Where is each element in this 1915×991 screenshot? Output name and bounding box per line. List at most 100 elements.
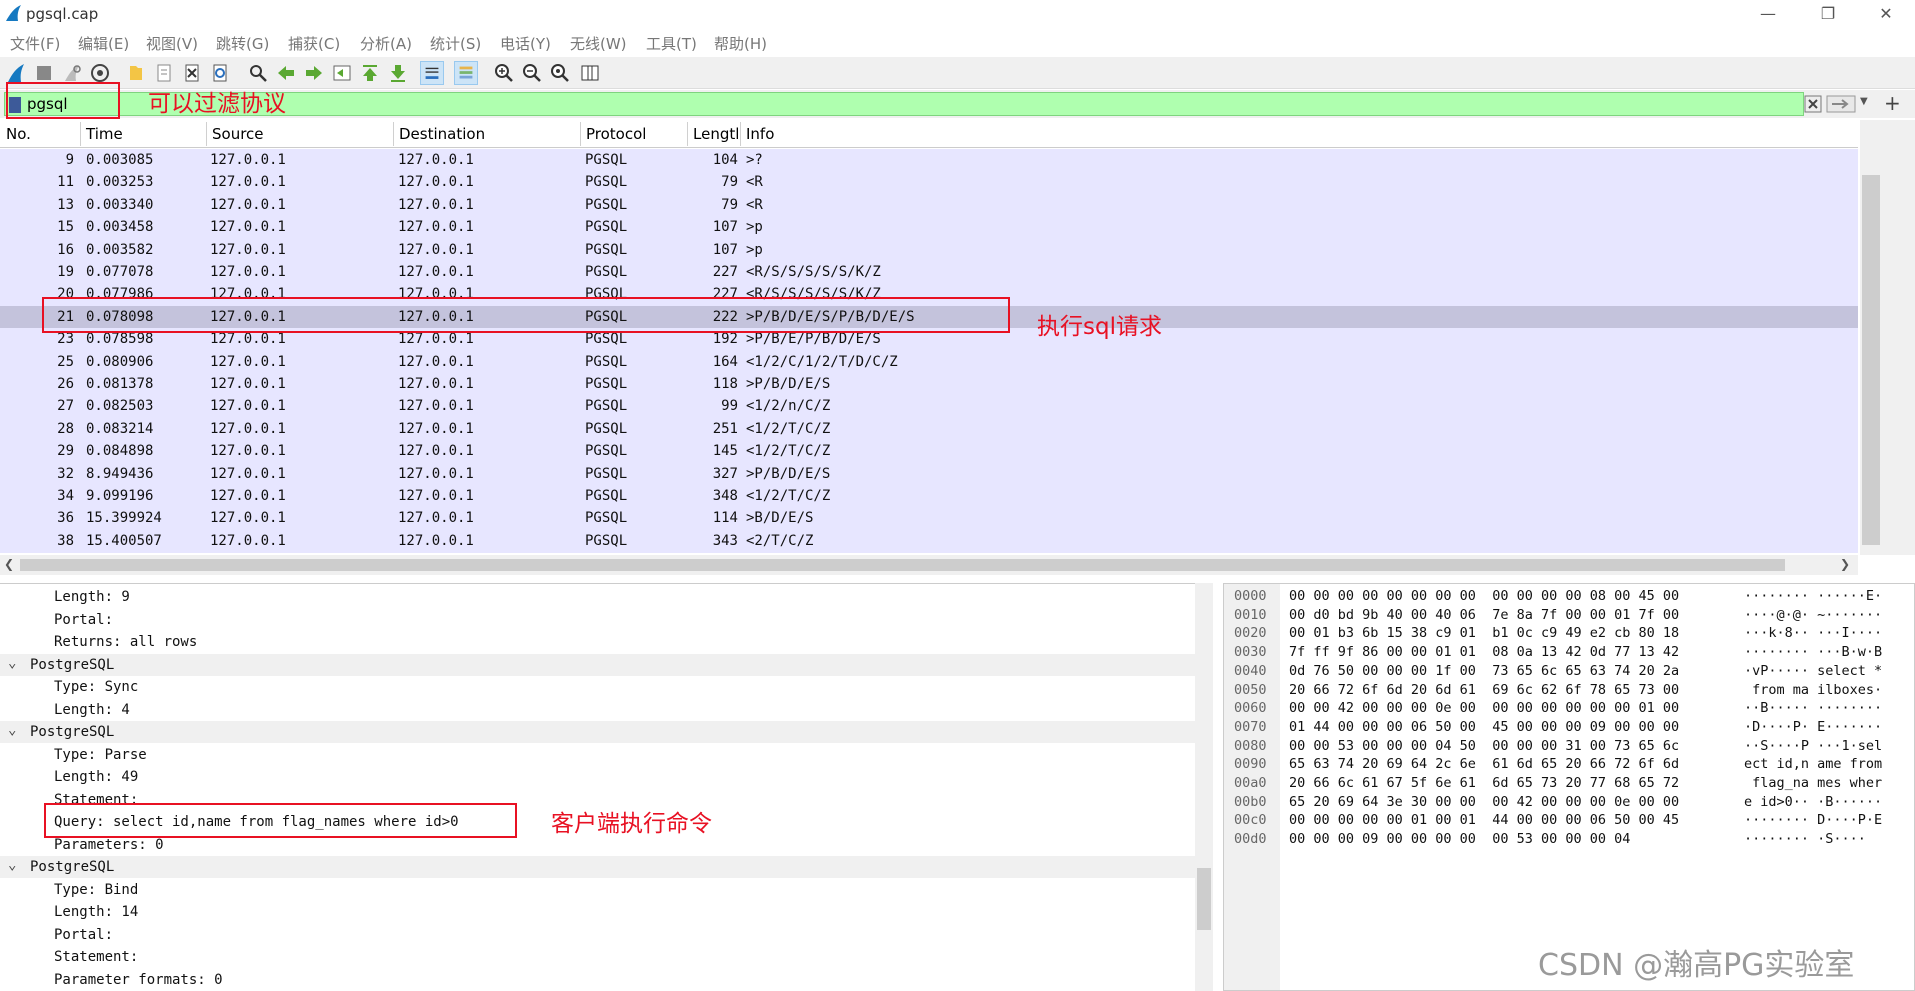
- details-tree-field[interactable]: Length: 14: [0, 901, 1195, 923]
- menu-view[interactable]: 视图(V): [146, 33, 198, 54]
- minimize-button[interactable]: —: [1748, 2, 1788, 26]
- column-separator[interactable]: [687, 122, 688, 146]
- column-separator[interactable]: [206, 122, 207, 146]
- column-info[interactable]: Info: [746, 125, 774, 143]
- close-button[interactable]: ✕: [1866, 2, 1906, 26]
- zoom-in-icon[interactable]: [492, 61, 516, 85]
- cell-source: 127.0.0.1: [210, 219, 286, 236]
- packet-row[interactable]: 11 0.003253 127.0.0.1 127.0.0.1 PGSQL 79 <R: [0, 171, 1858, 193]
- packet-list-hscroll-thumb[interactable]: [20, 559, 1785, 571]
- packet-row[interactable]: 34 9.099196 127.0.0.1 127.0.0.1 PGSQL 348 <1/2…: [0, 485, 1858, 507]
- expand-chevron-icon[interactable]: ⌄: [8, 857, 16, 873]
- column-separator[interactable]: [80, 122, 81, 146]
- go-last-packet-icon[interactable]: [386, 61, 410, 85]
- expand-chevron-icon[interactable]: ⌄: [8, 722, 16, 738]
- go-forward-icon[interactable]: [302, 61, 326, 85]
- cell-no: 15: [57, 219, 74, 236]
- menu-wireless[interactable]: 无线(W): [570, 33, 627, 54]
- bytes-offset: 00c0: [1234, 812, 1267, 829]
- menu-file[interactable]: 文件(F): [10, 33, 60, 54]
- column-no[interactable]: No.: [6, 125, 31, 143]
- restore-button[interactable]: ❐: [1808, 2, 1848, 26]
- apply-filter-icon[interactable]: [1826, 95, 1856, 113]
- cell-time: 0.003253: [86, 174, 154, 191]
- expand-chevron-icon[interactable]: ⌄: [8, 655, 16, 671]
- menu-telephony[interactable]: 电话(Y): [500, 33, 551, 54]
- clear-filter-icon[interactable]: [1804, 95, 1822, 113]
- menu-help[interactable]: 帮助(H): [714, 33, 767, 54]
- save-file-icon[interactable]: [152, 61, 176, 85]
- details-tree-header[interactable]: ⌄ PostgreSQL: [0, 653, 1195, 676]
- details-tree-field[interactable]: Length: 4: [0, 699, 1195, 721]
- filter-history-chevron-icon[interactable]: ▼: [1860, 96, 1868, 107]
- cell-info: <R/S/S/S/S/S/K/Z: [746, 264, 881, 280]
- packet-row[interactable]: 32 8.949436 127.0.0.1 127.0.0.1 PGSQL 327 >P/B…: [0, 463, 1858, 485]
- column-destination[interactable]: Destination: [399, 125, 485, 143]
- menu-tools[interactable]: 工具(T): [646, 33, 697, 54]
- open-file-icon[interactable]: [124, 61, 148, 85]
- details-tree-field[interactable]: Length: 49: [0, 766, 1195, 788]
- column-separator[interactable]: [740, 122, 741, 146]
- details-tree-field[interactable]: Parameter formats: 0: [0, 969, 1195, 991]
- packet-row[interactable]: 26 0.081378 127.0.0.1 127.0.0.1 PGSQL 118 >P/B…: [0, 373, 1858, 395]
- details-tree-field[interactable]: Statement:: [0, 946, 1195, 968]
- close-file-icon[interactable]: [180, 61, 204, 85]
- packet-row[interactable]: 29 0.084898 127.0.0.1 127.0.0.1 PGSQL 145 <1/2…: [0, 440, 1858, 462]
- details-tree-field[interactable]: Length: 9: [0, 586, 1195, 608]
- details-tree-field[interactable]: Type: Parse: [0, 744, 1195, 766]
- colorize-icon[interactable]: [454, 61, 478, 85]
- packet-row[interactable]: 19 0.077078 127.0.0.1 127.0.0.1 PGSQL 227 <R/S…: [0, 261, 1858, 283]
- details-text: Type: Sync: [54, 679, 139, 695]
- packet-row[interactable]: 16 0.003582 127.0.0.1 127.0.0.1 PGSQL 107 >p: [0, 239, 1858, 261]
- packet-row[interactable]: 27 0.082503 127.0.0.1 127.0.0.1 PGSQL 99 <1/2/…: [0, 395, 1858, 417]
- cell-destination: 127.0.0.1: [398, 152, 474, 168]
- cell-protocol: PGSQL: [585, 196, 628, 213]
- packet-row[interactable]: 28 0.083214 127.0.0.1 127.0.0.1 PGSQL 251 <1/2…: [0, 418, 1858, 440]
- normal-size-icon[interactable]: [548, 61, 572, 85]
- details-tree-header[interactable]: ⌄ PostgreSQL: [0, 721, 1195, 743]
- packet-row[interactable]: 25 0.080906 127.0.0.1 127.0.0.1 PGSQL 164 <1/2…: [0, 351, 1858, 373]
- details-text: Portal:: [54, 926, 114, 943]
- cell-no: 36: [57, 510, 74, 527]
- packet-row[interactable]: 9 0.003085 127.0.0.1 127.0.0.1 PGSQL 104 >?: [0, 149, 1858, 171]
- resize-columns-icon[interactable]: [578, 61, 602, 85]
- menu-edit[interactable]: 编辑(E): [78, 33, 129, 54]
- packet-row[interactable]: 15 0.003458 127.0.0.1 127.0.0.1 PGSQL 107 >p: [0, 216, 1858, 238]
- menu-statistics[interactable]: 统计(S): [430, 33, 481, 54]
- column-separator[interactable]: [580, 122, 581, 146]
- details-tree-field[interactable]: Portal:: [0, 609, 1195, 631]
- cell-source: 127.0.0.1: [210, 443, 286, 460]
- go-back-icon[interactable]: [274, 61, 298, 85]
- details-tree-header[interactable]: ⌄ PostgreSQL: [0, 856, 1195, 878]
- packet-row[interactable]: 36 15.399924 127.0.0.1 127.0.0.1 PGSQL 114 >B/…: [0, 507, 1858, 529]
- column-length[interactable]: Lengtl: [693, 125, 739, 143]
- details-tree-field[interactable]: Portal:: [0, 924, 1195, 946]
- reload-file-icon[interactable]: [208, 61, 232, 85]
- find-packet-icon[interactable]: [246, 61, 270, 85]
- packet-row[interactable]: 13 0.003340 127.0.0.1 127.0.0.1 PGSQL 79 <R: [0, 194, 1858, 216]
- menu-capture[interactable]: 捕获(C): [288, 33, 340, 54]
- details-text: PostgreSQL: [30, 656, 115, 673]
- cell-no: 34: [57, 488, 74, 504]
- cell-protocol: PGSQL: [585, 264, 628, 280]
- details-tree-field[interactable]: Type: Sync: [0, 676, 1195, 698]
- menu-analyze[interactable]: 分析(A): [360, 33, 412, 54]
- details-tree-field[interactable]: Type: Bind: [0, 879, 1195, 901]
- column-time[interactable]: Time: [86, 125, 123, 143]
- scroll-left-icon[interactable]: ❮: [4, 557, 14, 571]
- display-filter-input[interactable]: [27, 94, 1797, 114]
- menu-go[interactable]: 跳转(G): [216, 33, 269, 54]
- scroll-right-icon[interactable]: ❯: [1840, 557, 1850, 571]
- zoom-out-icon[interactable]: [520, 61, 544, 85]
- column-separator[interactable]: [393, 122, 394, 146]
- column-source[interactable]: Source: [212, 125, 264, 143]
- go-to-packet-icon[interactable]: [330, 61, 354, 85]
- packet-list-scroll-thumb[interactable]: [1862, 175, 1880, 545]
- go-first-packet-icon[interactable]: [358, 61, 382, 85]
- packet-row[interactable]: 38 15.400507 127.0.0.1 127.0.0.1 PGSQL 343 <2/…: [0, 530, 1858, 552]
- details-tree-field[interactable]: Returns: all rows: [0, 631, 1195, 653]
- column-protocol[interactable]: Protocol: [586, 125, 646, 143]
- details-scroll-thumb[interactable]: [1197, 868, 1211, 930]
- auto-scroll-icon[interactable]: [420, 61, 444, 85]
- add-filter-button-icon[interactable]: +: [1884, 91, 1901, 115]
